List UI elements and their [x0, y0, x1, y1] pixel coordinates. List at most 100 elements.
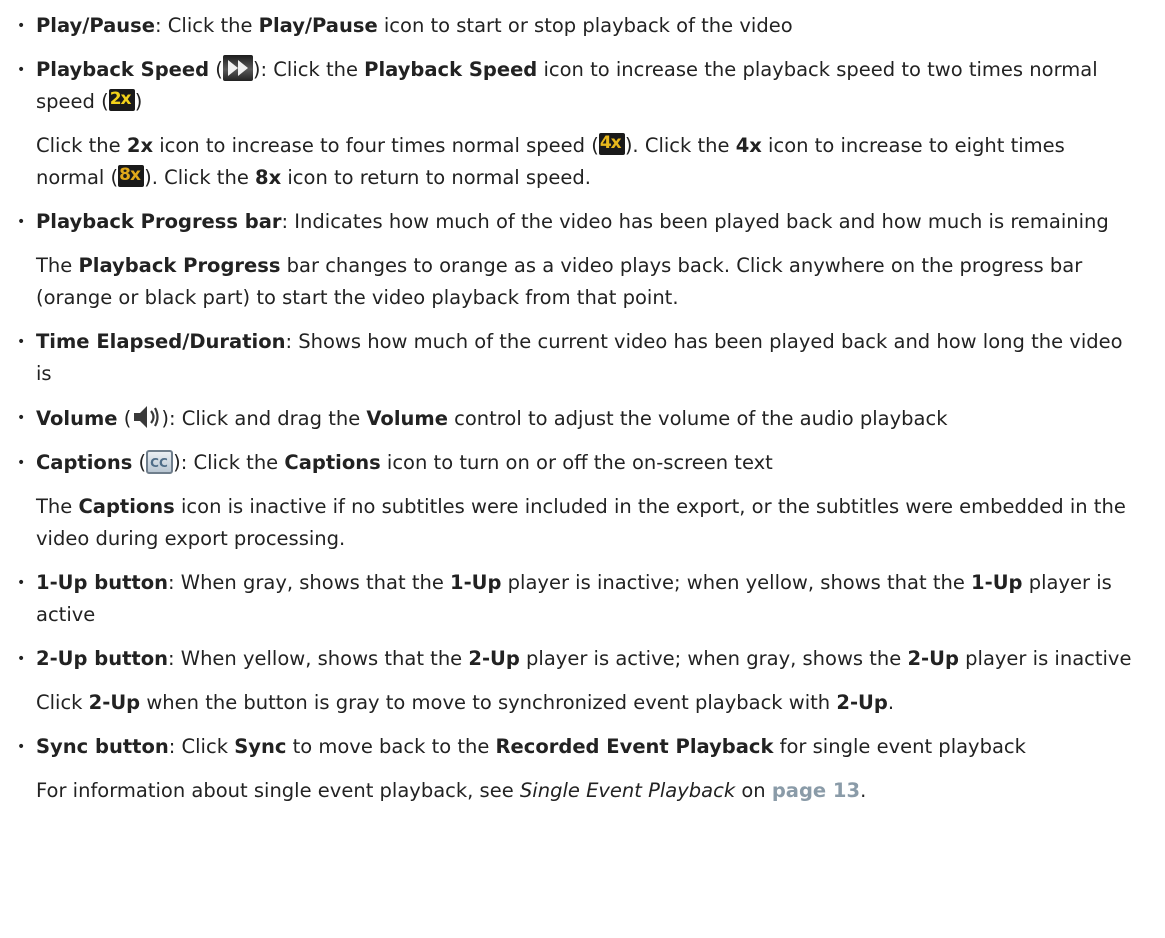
speed-multiplier-text: 4x: [599, 133, 622, 153]
bold-term: Playback Progress bar: [36, 210, 282, 233]
bullet-marker: •: [17, 455, 26, 471]
bold-term: Captions: [36, 451, 133, 474]
bold-term: Playback Progress: [78, 254, 281, 277]
bold-term: Playback Speed: [36, 58, 210, 81]
item-description: Playback Speed ( ): Click the Playback Sp…: [36, 54, 1135, 118]
text-run: ): Click the: [252, 58, 365, 81]
item-description: Sync button: Click Sync to move back to …: [36, 731, 1135, 763]
text-run: icon to return to normal speed.: [281, 166, 592, 189]
item-description: Play/Pause: Click the Play/Pause icon to…: [36, 10, 1135, 42]
text-run: icon to start or stop playback of the vi…: [377, 14, 793, 37]
text-run: : Click: [168, 735, 235, 758]
bold-term: Sync button: [36, 735, 169, 758]
speaker-icon: [131, 402, 161, 432]
bold-term: 2x: [126, 134, 154, 157]
bullet-marker: •: [17, 334, 26, 350]
text-run: ): Click the: [173, 451, 285, 474]
text-run: when the button is gray to move to synch…: [140, 691, 837, 714]
text-run: The: [36, 254, 79, 277]
text-run: icon to turn on or off the on-screen tex…: [380, 451, 773, 474]
italic-reference: Single Event Playback: [519, 779, 736, 802]
bold-term: Playback Speed: [364, 58, 538, 81]
text-run: (: [117, 407, 132, 430]
bullet-marker: •: [17, 739, 26, 755]
list-item: • 1-Up button: When gray, shows that the …: [0, 567, 1165, 631]
list-item: • 2-Up button: When yellow, shows that th…: [0, 643, 1165, 719]
bold-term: Play/Pause: [36, 14, 156, 37]
text-run: : When gray, shows that the: [168, 571, 451, 594]
text-run: The: [36, 495, 79, 518]
text-run: icon is inactive if no subtitles were in…: [36, 495, 1126, 550]
bold-term: 8x: [255, 166, 282, 189]
text-run: ). Click the: [624, 134, 736, 157]
list-item: • Volume (): Click and drag the Volume co…: [0, 402, 1165, 435]
page-link[interactable]: page 13: [772, 779, 860, 802]
text-run: : When yellow, shows that the: [168, 647, 469, 670]
text-run: player is inactive: [958, 647, 1132, 670]
text-run: on: [735, 779, 772, 802]
text-run: icon to increase to four times normal sp…: [153, 134, 599, 157]
bold-term: 2-Up: [468, 647, 520, 670]
text-run: control to adjust the volume of the audi…: [447, 407, 948, 430]
bold-term: Recorded Event Playback: [495, 735, 774, 758]
bold-term: 2-Up: [836, 691, 888, 714]
captions-icon-text: CC: [150, 456, 168, 470]
bold-term: Play/Pause: [258, 14, 378, 37]
list-item: • Playback Progress bar: Indicates how mu…: [0, 206, 1165, 314]
bullet-marker: •: [17, 18, 26, 34]
text-run: (: [132, 451, 147, 474]
item-description: 2-Up button: When yellow, shows that the…: [36, 643, 1135, 675]
bold-term: 2-Up: [88, 691, 141, 714]
text-run: ): Click and drag the: [161, 407, 367, 430]
fast-forward-icon: [222, 55, 253, 81]
text-run: .: [860, 779, 867, 802]
item-detail-paragraph: For information about single event playb…: [36, 775, 1135, 807]
bold-term: 2-Up: [907, 647, 959, 670]
speed-4x-icon: 4x: [598, 133, 625, 155]
text-run: ): [134, 90, 143, 113]
bullet-marker: •: [17, 62, 26, 78]
text-run: Click: [36, 691, 89, 714]
item-description: Playback Progress bar: Indicates how muc…: [36, 206, 1135, 238]
bold-term: 1-Up button: [36, 571, 169, 594]
bold-term: 4x: [735, 134, 762, 157]
bold-term: Sync: [234, 735, 287, 758]
item-detail-paragraph: Click the 2x icon to increase to four ti…: [36, 130, 1135, 194]
list-item: • Time Elapsed/Duration: Shows how much o…: [0, 326, 1165, 390]
list-item: • Sync button: Click Sync to move back to…: [0, 731, 1165, 807]
item-detail-paragraph: The Captions icon is inactive if no subt…: [36, 491, 1135, 555]
item-description: Time Elapsed/Duration: Shows how much of…: [36, 326, 1135, 390]
bold-term: Volume: [36, 407, 118, 430]
item-description: 1-Up button: When gray, shows that the 1…: [36, 567, 1135, 631]
bold-term: 1-Up: [450, 571, 502, 594]
text-run: .: [887, 691, 895, 714]
speed-multiplier-text: 8x: [119, 165, 141, 185]
feature-list: • Play/Pause: Click the Play/Pause icon t…: [0, 10, 1165, 807]
bullet-marker: •: [17, 575, 26, 591]
closed-captions-icon: CC: [146, 450, 174, 474]
help-document: • Play/Pause: Click the Play/Pause icon t…: [0, 10, 1165, 938]
bold-term: 1-Up: [971, 571, 1023, 594]
list-item: • Playback Speed ( ): Click the Playback S…: [0, 54, 1165, 194]
bold-term: Captions: [284, 451, 381, 474]
item-description: Captions (CC ): Click the Captions icon t…: [36, 447, 1135, 479]
item-detail-paragraph: Click 2-Up when the button is gray to mo…: [36, 687, 1135, 719]
speed-multiplier-text: 2x: [109, 89, 132, 109]
speed-8x-icon: 8x: [118, 165, 145, 187]
text-run: : Indicates how much of the video has be…: [281, 210, 1109, 233]
text-run: Click the: [36, 134, 127, 157]
text-run: player is active; when gray, shows the: [519, 647, 908, 670]
bullet-marker: •: [17, 651, 26, 667]
text-run: ). Click the: [144, 166, 256, 189]
text-run: : Click the: [155, 14, 259, 37]
item-description: Volume (): Click and drag the Volume con…: [36, 402, 1135, 435]
bold-term: 2-Up button: [36, 647, 169, 670]
bullet-marker: •: [17, 410, 26, 426]
list-item: • Play/Pause: Click the Play/Pause icon t…: [0, 10, 1165, 42]
text-run: (: [209, 58, 223, 81]
bold-term: Time Elapsed/Duration: [36, 330, 286, 353]
bold-term: Captions: [78, 495, 175, 518]
speed-2x-icon: 2x: [108, 89, 135, 111]
list-item: • Captions (CC ): Click the Captions icon …: [0, 447, 1165, 555]
text-run: for single event playback: [773, 735, 1026, 758]
